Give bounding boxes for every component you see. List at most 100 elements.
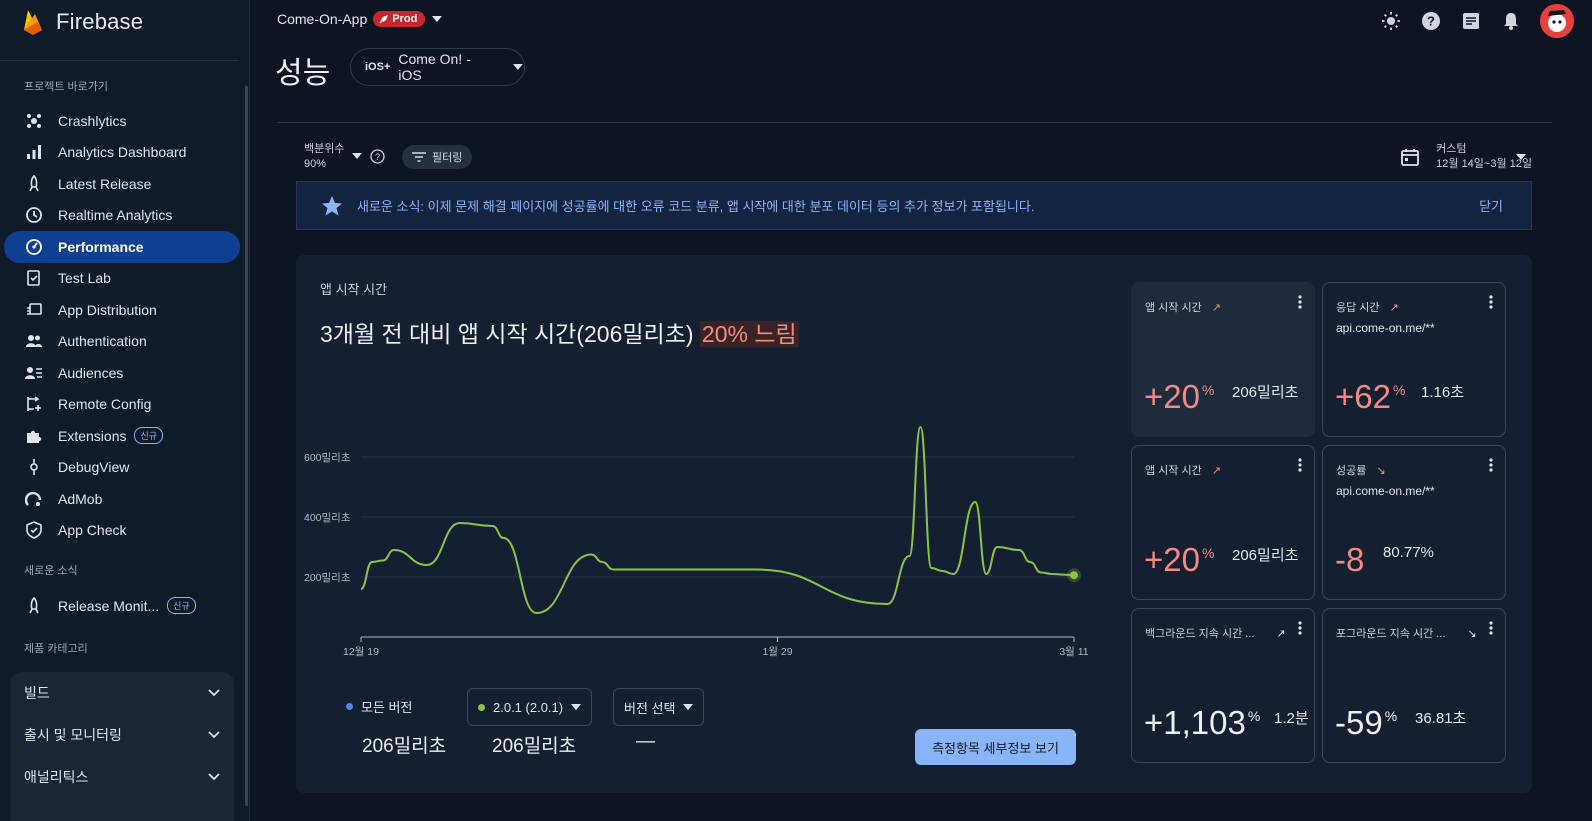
- more-vert-icon[interactable]: [1298, 458, 1302, 472]
- date-range-selector[interactable]: 커스텀 12월 14일~3월 12일: [1400, 142, 1532, 172]
- sidebar-item-label: Audiences: [58, 364, 124, 381]
- sidebar-item-label: Crashlytics: [58, 112, 127, 129]
- sidebar-item-admob[interactable]: AdMob: [4, 483, 240, 515]
- tile-title: 앱 시작 시간 ↗: [1145, 299, 1221, 315]
- caret-down-icon: [571, 703, 582, 710]
- blue-dot-icon: [346, 703, 353, 710]
- card-headline: 3개월 전 대비 앱 시작 시간(206밀리초) 20% 느림: [320, 315, 799, 349]
- metric-tile[interactable]: 앱 시작 시간 ↗ +20% 206밀리초: [1131, 282, 1315, 437]
- sidebar-item-app-distribution[interactable]: App Distribution: [4, 294, 240, 326]
- sidebar-item-label: Release Monit...: [58, 597, 160, 614]
- tile-title: 성공률 ↘: [1336, 462, 1386, 478]
- sidebar: Firebase 프로젝트 바로가기 Crashlytics Analytics…: [0, 0, 250, 821]
- accordion-label: 애널리틱스: [24, 769, 89, 785]
- chevron-down-icon: [208, 689, 220, 697]
- help-icon[interactable]: ?: [1420, 10, 1442, 32]
- percentile-selector[interactable]: 백분위수 90%: [304, 142, 344, 172]
- accordion-build[interactable]: 빌드: [10, 672, 234, 714]
- accordion-more[interactable]: [10, 798, 234, 821]
- more-vert-icon[interactable]: [1489, 621, 1493, 635]
- people-icon: [24, 331, 44, 351]
- theme-toggle-icon[interactable]: [1380, 10, 1402, 32]
- metric-tile[interactable]: 앱 시작 시간 ↗ +20% 206밀리초: [1131, 445, 1315, 600]
- accordion-release-monitoring[interactable]: 출시 및 모니터링: [10, 714, 234, 756]
- accordion-analytics[interactable]: 애널리틱스: [10, 756, 234, 798]
- chevron-down-icon: [208, 731, 220, 739]
- sidebar-item-performance[interactable]: Performance: [4, 231, 240, 263]
- version-value: 206밀리초: [492, 736, 577, 757]
- chevron-down-icon: [208, 773, 220, 781]
- metric-tile[interactable]: 포그라운드 지속 시간 ... ↘ -59% 36.81초: [1322, 608, 1506, 763]
- ios-icon: iOS+: [365, 61, 391, 73]
- more-vert-icon[interactable]: [1298, 621, 1302, 635]
- sidebar-item-audiences[interactable]: Audiences: [4, 357, 240, 389]
- metric-tile[interactable]: 백그라운드 지속 시간 ... ↗ +1,103% 1.2분: [1131, 608, 1315, 763]
- clock-icon: [24, 205, 44, 225]
- app-distribution-icon: [24, 300, 44, 320]
- release-notes-icon[interactable]: [1460, 10, 1482, 32]
- more-vert-icon[interactable]: [1298, 295, 1302, 309]
- caret-down-icon: [432, 16, 443, 22]
- sidebar-item-crashlytics[interactable]: Crashlytics: [4, 105, 240, 137]
- prod-badge: Prod: [373, 11, 426, 27]
- tile-change: -59%: [1335, 704, 1397, 742]
- tile-change-value: +62: [1335, 378, 1391, 415]
- metric-tile[interactable]: 응답 시간 ↗ api.come-on.me/** +62% 1.16초: [1322, 282, 1506, 437]
- metric-tile[interactable]: 성공률 ↘ api.come-on.me/** -8 80.77%: [1322, 445, 1506, 600]
- sidebar-item-release-monitoring[interactable]: Release Monit... 신규: [4, 590, 240, 622]
- caret-down-icon[interactable]: [352, 153, 362, 160]
- remote-config-icon: [24, 394, 44, 414]
- tile-change: +1,103%: [1144, 704, 1260, 742]
- version-select[interactable]: 2.0.1 (2.0.1): [467, 688, 593, 726]
- caret-down-icon[interactable]: [1516, 154, 1526, 161]
- tile-title: 응답 시간 ↗: [1336, 299, 1399, 315]
- tile-change-value: +20: [1144, 541, 1200, 578]
- sidebar-item-label: App Distribution: [58, 301, 157, 318]
- legend-all-versions[interactable]: 모든 버전: [346, 697, 412, 716]
- sidebar-item-test-lab[interactable]: Test Lab: [4, 263, 240, 295]
- sidebar-item-extensions[interactable]: Extensions 신규: [4, 420, 240, 452]
- view-metric-details-button[interactable]: 측정항목 세부정보 보기: [915, 729, 1076, 765]
- project-selector[interactable]: Come-On-App Prod: [277, 11, 443, 27]
- sidebar-scrollbar[interactable]: [245, 86, 248, 806]
- help-circle-icon[interactable]: ?: [370, 149, 385, 164]
- sidebar-item-label: AdMob: [58, 490, 103, 507]
- firebase-logo[interactable]: Firebase: [22, 8, 143, 36]
- sidebar-item-authentication[interactable]: Authentication: [4, 326, 240, 358]
- trend-up-icon: ↗: [1211, 464, 1221, 477]
- sidebar-item-label: Authentication: [58, 333, 147, 350]
- more-vert-icon[interactable]: [1489, 295, 1493, 309]
- compare-version-select[interactable]: 버전 선택: [613, 688, 705, 726]
- legend-label: 모든 버전: [361, 700, 413, 715]
- filter-button[interactable]: 필터링: [402, 145, 473, 169]
- last-point: [1070, 571, 1078, 580]
- banner-close-button[interactable]: 닫기: [1479, 196, 1503, 215]
- headline-text: 3개월 전 대비 앱 시작 시간(206밀리초): [320, 321, 694, 347]
- tile-value: 1.2분: [1274, 710, 1309, 727]
- more-vert-icon[interactable]: [1489, 458, 1493, 472]
- app-selector[interactable]: iOS+ Come On! - iOS: [350, 48, 525, 86]
- tile-change-unit: %: [1384, 708, 1398, 724]
- sidebar-item-latest-release[interactable]: Latest Release: [4, 168, 240, 200]
- shortcuts-label: 프로젝트 바로가기: [24, 81, 109, 93]
- percentile-value: 90%: [304, 158, 327, 170]
- all-versions-value: 206밀리초: [362, 736, 447, 757]
- sidebar-item-app-check[interactable]: App Check: [4, 515, 240, 547]
- tile-title-text: 백그라운드 지속 시간 ...: [1145, 628, 1255, 640]
- firebase-flame-icon: [24, 10, 42, 35]
- tile-title-text: 앱 시작 시간: [1145, 302, 1202, 314]
- line-chart[interactable]: 200밀리초 400밀리초 600밀리초 12월 19 1월 29 3월 11: [296, 405, 1096, 665]
- accordion-label: 출시 및 모니터링: [24, 727, 122, 743]
- sidebar-item-debugview[interactable]: DebugView: [4, 452, 240, 484]
- sidebar-item-realtime-analytics[interactable]: Realtime Analytics: [4, 200, 240, 232]
- banner-text: 새로운 소식: 이제 문제 해결 페이지에 성공률에 대한 오류 코드 분류, …: [357, 199, 1035, 214]
- tile-title: 백그라운드 지속 시간 ... ↗: [1145, 625, 1286, 641]
- sidebar-item-remote-config[interactable]: Remote Config: [4, 389, 240, 421]
- notifications-icon[interactable]: [1500, 10, 1522, 32]
- crashlytics-icon: [24, 111, 44, 131]
- sidebar-item-analytics-dashboard[interactable]: Analytics Dashboard: [4, 137, 240, 169]
- avatar[interactable]: [1540, 4, 1574, 38]
- news-banner: 새로운 소식: 이제 문제 해결 페이지에 성공률에 대한 오류 코드 분류, …: [296, 181, 1532, 230]
- tile-title: 앱 시작 시간 ↗: [1145, 462, 1221, 478]
- checklist-icon: [24, 268, 44, 288]
